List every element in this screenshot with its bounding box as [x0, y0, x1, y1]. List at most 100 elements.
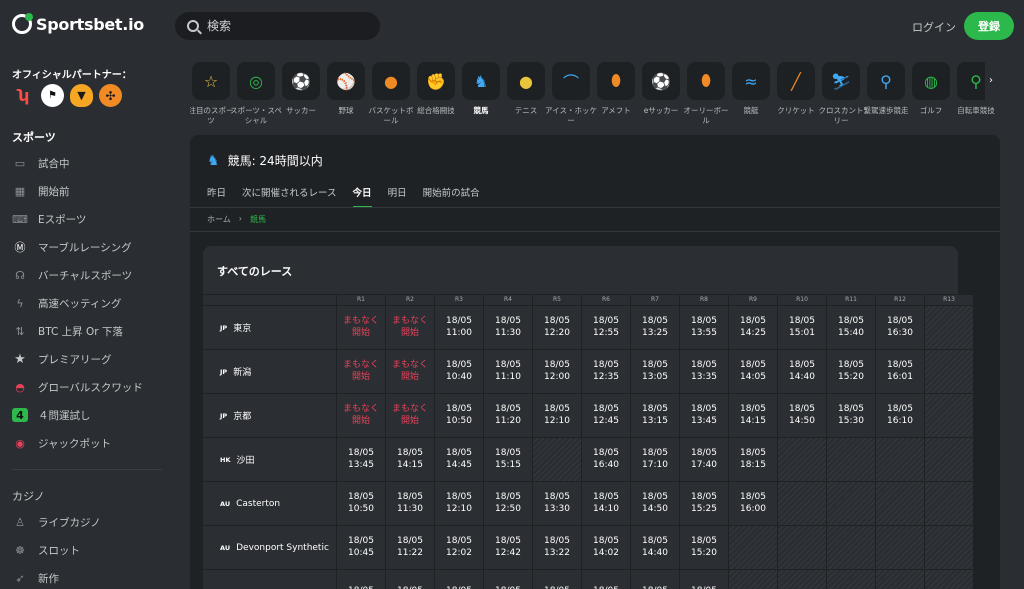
search-input[interactable] [207, 19, 367, 33]
race-cell[interactable]: 18/05 [533, 570, 581, 589]
race-cell[interactable]: 18/05 14:25 [729, 306, 777, 349]
race-cell[interactable]: 18/05 17:10 [631, 438, 679, 481]
sidebar-item-premier-league[interactable]: ★ プレミアリーグ [12, 348, 172, 370]
race-cell[interactable]: 18/05 13:15 [631, 394, 679, 437]
sidebar-item-esports[interactable]: ⌨ Eスポーツ [12, 208, 172, 230]
race-cell[interactable]: まもなく 開始 [386, 394, 434, 437]
category-football[interactable]: ⬮ アメフト [595, 60, 637, 116]
race-cell[interactable]: 18/05 18:15 [729, 438, 777, 481]
race-cell[interactable]: 18/05 12:20 [533, 306, 581, 349]
race-cell[interactable]: 18/05 16:30 [876, 306, 924, 349]
race-cell[interactable]: 18/05 [386, 570, 434, 589]
race-cell[interactable]: 18/05 16:01 [876, 350, 924, 393]
race-cell[interactable]: まもなく 開始 [337, 306, 385, 349]
track-name-cell[interactable]: JP 東京 [203, 306, 336, 349]
race-cell[interactable]: 18/05 16:00 [729, 482, 777, 525]
race-cell[interactable]: 18/05 15:40 [827, 306, 875, 349]
race-cell[interactable]: まもなく 開始 [337, 394, 385, 437]
logo[interactable]: Sportsbet.io [12, 13, 144, 34]
race-cell[interactable]: 18/05 14:15 [386, 438, 434, 481]
category-hockey[interactable]: ⌒ アイス・ホッケー [545, 60, 597, 126]
race-cell[interactable]: 18/05 12:02 [435, 526, 483, 569]
race-cell[interactable]: まもなく 開始 [337, 350, 385, 393]
search-box[interactable] [175, 12, 380, 40]
track-name-cell[interactable]: AU Devonport Synthetic [203, 526, 336, 569]
race-cell[interactable]: 18/05 12:00 [533, 350, 581, 393]
race-cell[interactable]: 18/05 [337, 570, 385, 589]
race-cell[interactable]: 18/05 14:40 [631, 526, 679, 569]
race-cell[interactable]: 18/05 [435, 570, 483, 589]
race-cell[interactable]: 18/05 15:30 [827, 394, 875, 437]
race-cell[interactable]: 18/05 12:42 [484, 526, 532, 569]
track-name-cell[interactable]: AU Casterton [203, 482, 336, 525]
sidebar-item-fast-betting[interactable]: ϟ 高速ベッティング [12, 292, 172, 314]
sidebar-item-marble-racing[interactable]: Ⓜ マーブルレーシング [12, 236, 172, 258]
race-cell[interactable]: 18/05 12:10 [435, 482, 483, 525]
race-cell[interactable]: 18/05 16:40 [582, 438, 630, 481]
tab-yesterday[interactable]: 昨日 [207, 185, 226, 208]
race-cell[interactable]: 18/05 10:45 [337, 526, 385, 569]
race-cell[interactable]: 18/05 15:20 [680, 526, 728, 569]
category-glove[interactable]: ✊ 総合格闘技 [415, 60, 457, 116]
race-cell[interactable]: 18/05 14:15 [729, 394, 777, 437]
race-cell[interactable]: 18/05 14:05 [729, 350, 777, 393]
category-tennis[interactable]: ● テニス [505, 60, 547, 116]
category-star[interactable]: ☆ 注目のスポーツ [190, 60, 234, 126]
race-cell[interactable]: 18/05 12:35 [582, 350, 630, 393]
category-golf[interactable]: ◍ ゴルフ [910, 60, 952, 116]
race-cell[interactable]: 18/05 11:30 [484, 306, 532, 349]
sidebar-item-four-questions[interactable]: 4 ４問運試し [12, 404, 172, 426]
race-cell[interactable]: 18/05 [680, 570, 728, 589]
category-esoccer[interactable]: ⚽ eサッカー [640, 60, 682, 116]
newcastle-logo-icon[interactable]: ⚑ [41, 84, 64, 107]
race-cell[interactable]: 18/05 13:22 [533, 526, 581, 569]
tab-tomorrow[interactable]: 明日 [388, 185, 407, 208]
race-cell[interactable]: 18/05 12:45 [582, 394, 630, 437]
category-horse[interactable]: ♞ 競馬 [460, 60, 502, 116]
race-cell[interactable]: 18/05 14:40 [778, 350, 826, 393]
sidebar-item-live[interactable]: ▭ 試合中 [12, 152, 172, 174]
race-cell[interactable]: 18/05 17:40 [680, 438, 728, 481]
race-cell[interactable]: 18/05 14:50 [631, 482, 679, 525]
race-cell[interactable]: 18/05 14:02 [582, 526, 630, 569]
race-cell[interactable]: 18/05 15:15 [484, 438, 532, 481]
race-cell[interactable]: 18/05 14:10 [582, 482, 630, 525]
basketball-logo-icon[interactable]: ✣ [99, 84, 122, 107]
race-cell[interactable]: 18/05 15:20 [827, 350, 875, 393]
race-cell[interactable]: 18/05 [484, 570, 532, 589]
race-cell[interactable]: 18/05 15:25 [680, 482, 728, 525]
race-cell[interactable]: 18/05 15:01 [778, 306, 826, 349]
wolves-logo-icon[interactable]: ▼ [70, 84, 93, 107]
tab-today[interactable]: 今日 [352, 185, 372, 208]
category-rugby[interactable]: ⬮ オーリーボール [684, 60, 729, 126]
sidebar-item-slots[interactable]: ☸ スロット [12, 539, 172, 561]
race-cell[interactable]: 18/05 11:10 [484, 350, 532, 393]
category-cricket[interactable]: ╱ クリケット [775, 60, 817, 116]
race-cell[interactable]: 18/05 10:50 [337, 482, 385, 525]
track-name-cell[interactable] [203, 570, 336, 589]
sidebar-item-upcoming[interactable]: ▦ 開始前 [12, 180, 172, 202]
sidebar-item-btc-updown[interactable]: ⇅ BTC 上昇 Or 下落 [12, 320, 172, 342]
race-cell[interactable]: 18/05 13:45 [337, 438, 385, 481]
track-name-cell[interactable]: HK 沙田 [203, 438, 336, 481]
category-special[interactable]: ◎ スポーツ・スペシャル [230, 60, 282, 126]
race-cell[interactable]: 18/05 16:10 [876, 394, 924, 437]
category-harness[interactable]: ⚲ 繋駕速歩競走 [864, 60, 909, 116]
category-ski[interactable]: ⛷ クロスカントリー [819, 60, 864, 126]
race-cell[interactable]: 18/05 11:22 [386, 526, 434, 569]
race-cell[interactable]: 18/05 11:20 [484, 394, 532, 437]
race-cell[interactable]: 18/05 13:30 [533, 482, 581, 525]
race-cell[interactable]: 18/05 14:45 [435, 438, 483, 481]
sidebar-item-global-squad[interactable]: ◓ グローバルスクワッド [12, 376, 172, 398]
race-cell[interactable]: 18/05 13:45 [680, 394, 728, 437]
race-cell[interactable]: 18/05 13:55 [680, 306, 728, 349]
track-name-cell[interactable]: JP 新潟 [203, 350, 336, 393]
race-cell[interactable]: 18/05 10:50 [435, 394, 483, 437]
race-cell[interactable]: まもなく 開始 [386, 350, 434, 393]
tab-upcoming-matches[interactable]: 開始前の試合 [423, 185, 480, 208]
race-cell[interactable]: 18/05 13:05 [631, 350, 679, 393]
sidebar-item-jackpot[interactable]: ◉ ジャックポット [12, 432, 172, 454]
category-boat[interactable]: ≈ 競艇 [730, 60, 772, 116]
race-cell[interactable]: 18/05 14:50 [778, 394, 826, 437]
track-name-cell[interactable]: JP 京都 [203, 394, 336, 437]
